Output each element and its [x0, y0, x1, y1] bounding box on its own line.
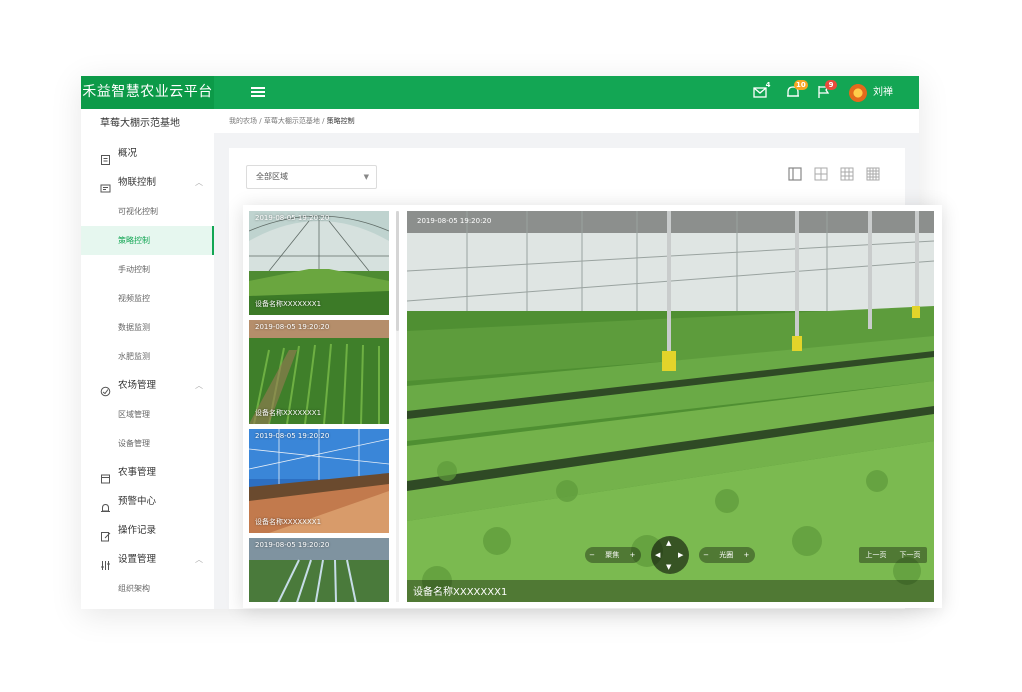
ptz-right-button[interactable]: ▶: [678, 551, 683, 559]
caret-down-icon: ▼: [363, 173, 369, 181]
thumbnail-device-name: 设备名称XXXXXXX1: [255, 300, 322, 308]
video-thumbnail[interactable]: 2019-08-05 19:20:20 设备名称XXXXXXX1: [249, 429, 389, 533]
ptz-down-button[interactable]: ▼: [666, 563, 671, 571]
breadcrumb-farm[interactable]: 草莓大棚示范基地: [264, 117, 320, 125]
flag-badge: 9: [825, 80, 837, 90]
farm-icon: [100, 380, 111, 397]
sidebar-item-farm-management[interactable]: 农场管理 ︿: [81, 371, 214, 400]
main-video-player[interactable]: 2019-08-05 19:20:20 设备名称XXXXXXX1 − 聚焦 + …: [407, 211, 934, 602]
bell-icon[interactable]: 10: [785, 80, 808, 100]
next-page-button[interactable]: 下一页: [893, 547, 927, 563]
edit-icon: [100, 525, 111, 542]
sidebar-item-label: 操作记录: [118, 525, 157, 536]
avatar[interactable]: [849, 84, 867, 102]
sidebar-item-iot-control[interactable]: 物联控制 ︿: [81, 168, 214, 197]
aperture-control: − 光圈 +: [699, 547, 755, 563]
sidebar-item-label: 物联控制: [118, 177, 157, 188]
sidebar-item-overview[interactable]: 概况: [81, 139, 214, 168]
sidebar-sub-area-management[interactable]: 区域管理: [81, 400, 214, 429]
sidebar-item-label: 农事管理: [118, 467, 157, 478]
aperture-plus-button[interactable]: +: [739, 547, 753, 563]
breadcrumb-my-farm[interactable]: 我的农场: [229, 117, 257, 125]
thumbnail-device-name: 设备名称XXXXXXX1: [255, 409, 322, 417]
mail-icon[interactable]: 4: [753, 81, 770, 100]
region-select[interactable]: 全部区域 ▼: [246, 165, 377, 189]
user-name[interactable]: 刘禅: [873, 76, 893, 109]
thumbnail-timestamp: 2019-08-05 19:20:20: [255, 323, 330, 331]
thumbnail-timestamp: 2019-08-05 19:20:20: [255, 214, 330, 222]
video-card: 2019-08-05 19:20:20 设备名称XXXXXXX1 2019-08…: [243, 205, 942, 608]
sidebar-item-label: 预警中心: [118, 496, 157, 507]
layout-1-icon[interactable]: [788, 166, 802, 181]
sidebar-sub-fertigation-monitor[interactable]: 水肥监测: [81, 342, 214, 371]
clipboard-icon: [100, 148, 111, 165]
video-thumbnail[interactable]: 2019-08-05 19:20:20: [249, 538, 389, 602]
focus-plus-button[interactable]: +: [625, 547, 639, 563]
top-bar: 禾益智慧农业云平台 4 10 9 刘禅: [81, 76, 919, 109]
video-thumbnail[interactable]: 2019-08-05 19:20:20 设备名称XXXXXXX1: [249, 320, 389, 424]
chevron-up-icon: ︿: [195, 555, 203, 564]
thumbnail-timestamp: 2019-08-05 19:20:20: [255, 541, 330, 549]
breadcrumb-separator: /: [322, 117, 325, 125]
sidebar-item-operation-log[interactable]: 操作记录: [81, 516, 214, 545]
main-video-timestamp: 2019-08-05 19:20:20: [417, 217, 492, 225]
thumbnail-timestamp: 2019-08-05 19:20:20: [255, 432, 330, 440]
ptz-direction-pad: ▲ ▼ ◀ ▶: [651, 536, 689, 574]
mail-badge: 4: [765, 81, 771, 89]
menu-toggle-icon[interactable]: [251, 85, 265, 99]
focus-control: − 聚焦 +: [585, 547, 641, 563]
layout-16-icon[interactable]: [866, 166, 880, 181]
sidebar-sub-video-monitor[interactable]: 视频监控: [81, 284, 214, 313]
chevron-up-icon: ︿: [195, 381, 203, 390]
breadcrumb-current: 策略控制: [326, 117, 355, 125]
ptz-up-button[interactable]: ▲: [666, 539, 671, 547]
flag-icon[interactable]: 9: [816, 80, 837, 100]
sidebar-item-alert-center[interactable]: 预警中心: [81, 487, 214, 516]
aperture-label: 光圈: [719, 551, 734, 559]
sidebar-sub-strategy-control[interactable]: 策略控制: [81, 226, 214, 255]
calendar-icon: [100, 467, 111, 484]
alarm-icon: [100, 496, 111, 512]
sidebar-sub-manual-control[interactable]: 手动控制: [81, 255, 214, 284]
app-title: 禾益智慧农业云平台: [81, 76, 214, 109]
focus-minus-button[interactable]: −: [585, 547, 599, 563]
sidebar: 草莓大棚示范基地 概况 物联控制 ︿ 可视化控制 策略控制 手动控制 视频监控 …: [81, 109, 214, 609]
sidebar-sub-organization[interactable]: 组织架构: [81, 574, 214, 603]
sidebar-item-farming-management[interactable]: 农事管理: [81, 458, 214, 487]
aperture-minus-button[interactable]: −: [699, 547, 713, 563]
farm-name[interactable]: 草莓大棚示范基地: [81, 109, 214, 139]
video-paging: 上一页 下一页: [859, 547, 927, 563]
settings-icon: [100, 554, 111, 570]
thumbnail-device-name: 设备名称XXXXXXX1: [255, 518, 322, 526]
chevron-up-icon: ︿: [195, 178, 203, 187]
sidebar-item-settings[interactable]: 设置管理 ︿: [81, 545, 214, 574]
video-thumbnail[interactable]: 2019-08-05 19:20:20 设备名称XXXXXXX1: [249, 211, 389, 315]
sidebar-item-label: 设置管理: [118, 554, 157, 565]
region-select-value: 全部区域: [256, 172, 288, 181]
thumbnail-list: 2019-08-05 19:20:20 设备名称XXXXXXX1 2019-08…: [249, 211, 389, 602]
focus-label: 聚焦: [605, 551, 620, 559]
bell-badge: 10: [794, 80, 808, 90]
ptz-left-button[interactable]: ◀: [655, 551, 660, 559]
sidebar-item-label: 农场管理: [118, 380, 157, 391]
iot-icon: [100, 177, 111, 193]
main-video-device-name: 设备名称XXXXXXX1: [413, 587, 508, 598]
sidebar-sub-data-monitor[interactable]: 数据监测: [81, 313, 214, 342]
breadcrumb: 我的农场 / 草莓大棚示范基地 / 策略控制: [214, 109, 919, 133]
sidebar-item-label: 概况: [118, 148, 138, 159]
sidebar-sub-device-management[interactable]: 设备管理: [81, 429, 214, 458]
thumbnail-scrollbar-thumb[interactable]: [396, 211, 399, 331]
breadcrumb-separator: /: [259, 117, 262, 125]
prev-page-button[interactable]: 上一页: [859, 547, 893, 563]
sidebar-sub-visual-control[interactable]: 可视化控制: [81, 197, 214, 226]
layout-4-icon[interactable]: [814, 166, 828, 181]
layout-9-icon[interactable]: [840, 166, 854, 181]
